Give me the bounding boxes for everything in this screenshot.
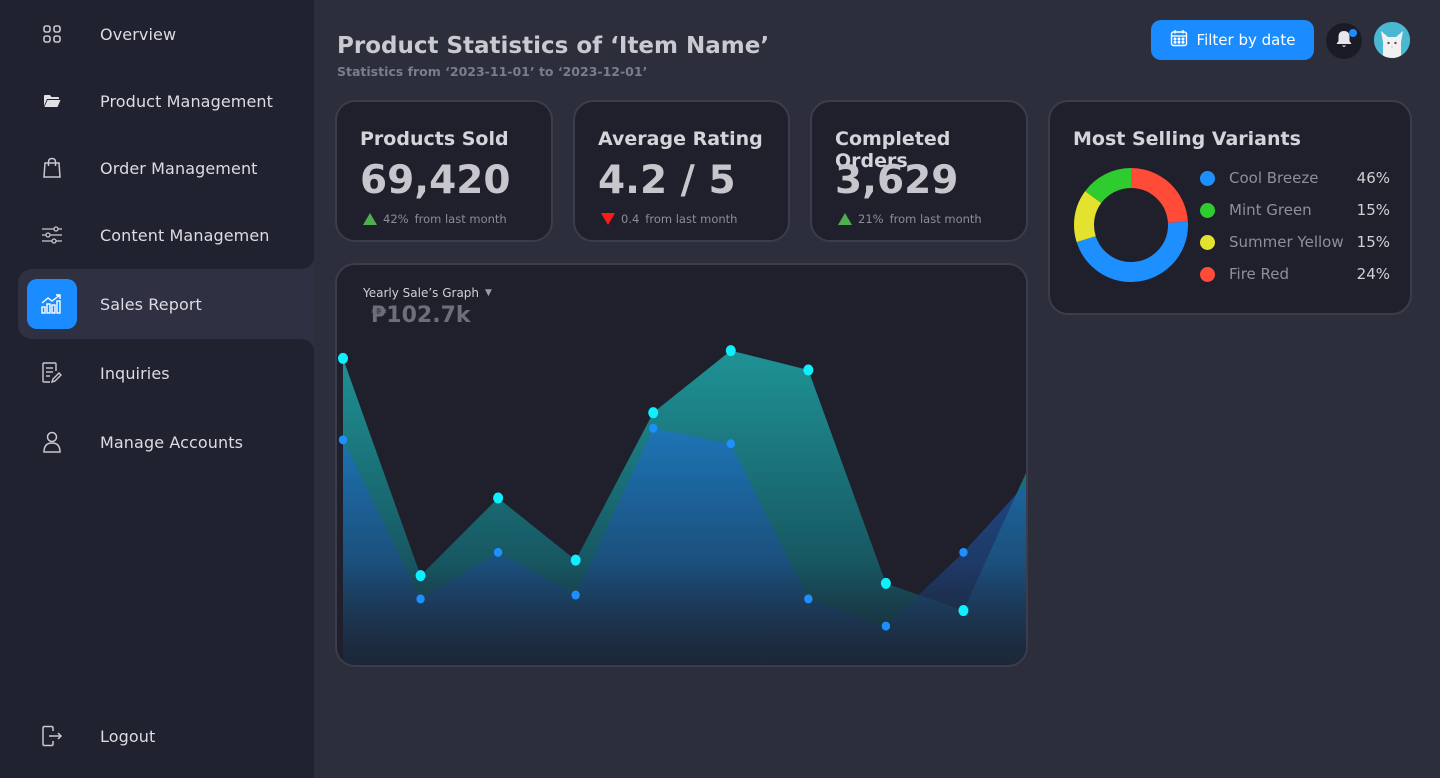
notifications-button[interactable]: [1326, 23, 1362, 59]
stat-change-text: from last month: [414, 212, 507, 226]
stat-card-products-sold: Products Sold 69,420 42% from last month: [335, 100, 553, 242]
most-selling-variants-card: Most Selling Variants Cool Breeze 46% Mi…: [1048, 100, 1412, 315]
avatar[interactable]: [1374, 22, 1410, 58]
trend-up-icon: [838, 213, 852, 225]
legend-color-dot: [1200, 234, 1215, 250]
series-blue-point[interactable]: [881, 621, 891, 631]
sidebar: Overview Product Management Order Manage…: [0, 0, 314, 778]
legend-color-dot: [1200, 266, 1215, 282]
stat-card-average-rating: Average Rating 4.2 / 5 0.4 from last mon…: [573, 100, 790, 242]
series-blue-point[interactable]: [726, 439, 735, 449]
stat-title: Products Sold: [360, 128, 509, 150]
legend-percent: 15%: [1356, 233, 1390, 251]
series-cyan-point[interactable]: [415, 570, 426, 582]
yearly-sales-graph-card: Yearly Sale’s Graph ▼ ₱102.7k: [335, 263, 1028, 667]
series-blue-point[interactable]: [571, 590, 580, 600]
logout-label: Logout: [100, 726, 156, 746]
document-edit-icon: [27, 348, 77, 398]
stat-change-text: from last month: [645, 212, 738, 226]
sidebar-item-label: Order Management: [100, 158, 258, 178]
graph-period-dropdown[interactable]: Yearly Sale’s Graph ▼: [363, 286, 492, 300]
series-blue-point[interactable]: [804, 594, 813, 604]
sidebar-item-product-management[interactable]: Product Management: [18, 69, 314, 133]
legend-name: Fire Red: [1229, 265, 1290, 283]
sidebar-item-label: Sales Report: [100, 294, 202, 314]
trend-down-icon: [601, 213, 615, 225]
series-cyan-point[interactable]: [725, 345, 736, 357]
series-cyan-point[interactable]: [958, 605, 969, 617]
legend-item: Fire Red 24%: [1200, 263, 1390, 285]
folder-icon: [27, 76, 77, 126]
series-blue-point[interactable]: [416, 594, 425, 604]
legend-percent: 46%: [1356, 169, 1390, 187]
logout-button[interactable]: Logout: [18, 704, 314, 768]
stat-change-text: from last month: [889, 212, 982, 226]
avatar-image: [1374, 22, 1410, 58]
legend-name: Summer Yellow: [1229, 233, 1344, 251]
series-blue-point[interactable]: [493, 547, 503, 557]
series-cyan-point[interactable]: [493, 492, 504, 504]
series-cyan-point[interactable]: [648, 407, 659, 419]
stat-change: 21% from last month: [838, 212, 982, 226]
legend-item: Summer Yellow 15%: [1200, 231, 1390, 253]
filter-by-date-button[interactable]: Filter by date: [1151, 20, 1314, 60]
shopping-bag-icon: [27, 143, 77, 193]
legend-percent: 15%: [1356, 201, 1390, 219]
trend-up-icon: [363, 213, 377, 225]
legend-item: Mint Green 15%: [1200, 199, 1390, 221]
sidebar-item-label: Inquiries: [100, 363, 170, 383]
legend-name: Mint Green: [1229, 201, 1312, 219]
page-title: Product Statistics of ‘Item Name’: [337, 33, 770, 59]
page-subtitle: Statistics from ‘2023-11-01’ to ‘2023-12…: [337, 64, 648, 79]
sidebar-item-manage-accounts[interactable]: Manage Accounts: [18, 410, 314, 474]
stat-value: 4.2 / 5: [598, 158, 736, 203]
logout-icon: [27, 711, 77, 761]
stat-value: 69,420: [360, 158, 511, 203]
series-cyan-point[interactable]: [338, 352, 348, 364]
stat-change-amount: 21%: [858, 212, 884, 226]
legend-percent: 24%: [1356, 265, 1390, 283]
chart-icon: [27, 279, 77, 329]
series-cyan-point[interactable]: [880, 577, 891, 589]
sidebar-item-overview[interactable]: Overview: [18, 2, 314, 66]
variants-title: Most Selling Variants: [1073, 128, 1301, 150]
stat-change-amount: 0.4: [621, 212, 640, 226]
sidebar-item-order-management[interactable]: Order Management: [18, 136, 314, 200]
active-tab-corner: [270, 225, 314, 269]
grid-icon: [27, 9, 77, 59]
stat-change: 0.4 from last month: [601, 212, 737, 226]
notification-badge: [1349, 29, 1357, 37]
legend-name: Cool Breeze: [1229, 169, 1319, 187]
series-blue-point[interactable]: [959, 547, 968, 557]
sidebar-item-sales-report[interactable]: Sales Report: [18, 269, 314, 339]
series-cyan-point[interactable]: [570, 554, 581, 566]
series-blue-point[interactable]: [649, 423, 658, 433]
sidebar-item-label: Content Management: [100, 225, 276, 245]
user-icon: [27, 417, 77, 467]
sidebar-item-label: Overview: [100, 24, 177, 44]
series-blue-point[interactable]: [338, 435, 348, 445]
graph-total-value: ₱102.7k: [371, 303, 471, 328]
stat-value: 3,629: [835, 158, 959, 203]
legend-color-dot: [1200, 170, 1215, 186]
sliders-icon: [27, 210, 77, 260]
stat-card-completed-orders: Completed Orders 3,629 21% from last mon…: [810, 100, 1028, 242]
stat-change: 42% from last month: [363, 212, 507, 226]
legend-color-dot: [1200, 202, 1215, 218]
legend-item: Cool Breeze 46%: [1200, 167, 1390, 189]
variants-donut-chart: [1074, 168, 1188, 282]
stat-title: Average Rating: [598, 128, 763, 150]
caret-down-icon: ▼: [485, 288, 492, 298]
calendar-icon: [1170, 29, 1188, 51]
filter-by-date-label: Filter by date: [1196, 31, 1296, 49]
series-cyan-point[interactable]: [803, 364, 814, 376]
stat-change-amount: 42%: [383, 212, 409, 226]
sidebar-item-label: Product Management: [100, 91, 274, 111]
sidebar-item-label: Manage Accounts: [100, 432, 244, 452]
graph-label: Yearly Sale’s Graph: [363, 286, 480, 300]
sidebar-item-inquiries[interactable]: Inquiries: [18, 341, 314, 405]
